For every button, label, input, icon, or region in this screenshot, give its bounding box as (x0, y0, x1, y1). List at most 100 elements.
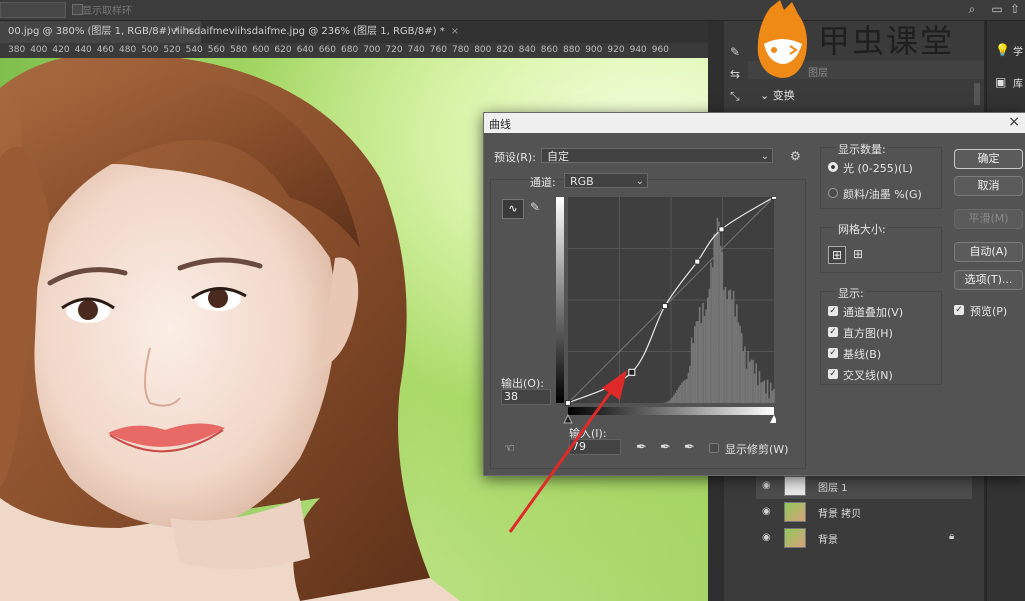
sample-size-dropdown[interactable] (0, 2, 66, 18)
baseline-label: 基线(B) (843, 348, 882, 361)
layer-thumbnail (784, 476, 806, 496)
histogram-bar (731, 299, 733, 403)
preview-checkbox[interactable]: ✓ (954, 305, 964, 315)
close-icon[interactable]: × (451, 26, 459, 37)
scrollbar[interactable] (974, 83, 980, 105)
library-icon[interactable]: ▣ (995, 75, 1006, 89)
histogram-bar (750, 359, 753, 403)
histogram-bar (753, 373, 756, 403)
workspace-icon[interactable]: ▭ (990, 2, 1004, 16)
pencil-icon[interactable]: ✎ (530, 200, 546, 216)
histogram-bar (677, 387, 680, 403)
ruler-tick-label: 380 (8, 45, 26, 55)
auto-button[interactable]: 自动(A) (954, 242, 1023, 262)
channel-overlay-checkbox[interactable]: ✓ (828, 306, 838, 316)
histogram-bar (736, 304, 738, 403)
options-button[interactable]: 选项(T)... (954, 270, 1023, 290)
channel-overlay-label: 通道叠加(V) (843, 306, 904, 319)
white-eyedropper-icon[interactable]: ✒ (684, 440, 695, 455)
cancel-button[interactable]: 取消 (954, 176, 1023, 196)
histogram-bar (668, 400, 670, 403)
histogram-bar (664, 402, 667, 403)
dialog-titlebar[interactable]: 曲线 × (484, 113, 1025, 133)
ruler-tick-label: 660 (318, 45, 336, 55)
horizontal-ruler: 380 400 420 440 460 480 500 520 540 560 580 600 620 6… (0, 43, 708, 59)
ruler-tick-label: 680 (341, 45, 359, 55)
curve-control-point (661, 303, 668, 310)
histogram-bar (682, 380, 685, 403)
transform-icon[interactable]: ⤡ (730, 89, 744, 103)
histogram-bar (666, 401, 669, 403)
histogram-bar (766, 379, 769, 403)
histogram-bar (671, 397, 674, 403)
layer-row[interactable]: ◉ 图层 1 (756, 473, 972, 499)
preset-label: 预设(R): (494, 151, 536, 164)
close-icon[interactable]: × (1008, 114, 1020, 130)
share-icon[interactable]: ⇧ (1008, 2, 1022, 16)
histogram-bar (692, 343, 695, 403)
search-icon[interactable]: ⌕ (965, 2, 979, 16)
ruler-tick-label: 900 (585, 45, 603, 55)
preset-select[interactable]: 自定 ⌄ (541, 148, 773, 163)
histogram-bar (690, 337, 693, 403)
histogram-bar (769, 382, 772, 403)
histogram-label: 直方图(H) (843, 327, 893, 340)
learn-label[interactable]: 学 (1013, 43, 1023, 58)
histogram-bar (673, 395, 675, 403)
layer-row[interactable]: ◉ 背景 拷贝 (756, 499, 972, 525)
eye-icon[interactable]: ◉ (762, 506, 774, 518)
chevron-down-icon: ⌄ (760, 151, 769, 162)
histogram-bar (768, 398, 770, 403)
histogram-bar (732, 291, 735, 403)
library-label[interactable]: 库 (1013, 75, 1023, 90)
histogram-bar (765, 393, 767, 403)
show-clipping-checkbox[interactable] (709, 443, 719, 453)
layer-row[interactable]: ◉ 背景 🔒︎ (756, 525, 972, 551)
gear-icon[interactable]: ⚙ (790, 149, 801, 163)
histogram-bar (755, 363, 758, 403)
show-amount-title: 显示数量: (836, 141, 888, 157)
dialog-title: 曲线 (489, 118, 511, 131)
lightbulb-icon[interactable]: 💡 (995, 43, 1010, 57)
histogram-bar (684, 379, 686, 403)
ruler-tick-label: 720 (385, 45, 403, 55)
layer-name: 背景 (818, 535, 838, 546)
histogram-bar (698, 306, 701, 403)
curve-control-point (694, 258, 701, 265)
histogram-bar (702, 302, 704, 403)
eye-icon[interactable]: ◉ (762, 532, 774, 544)
show-sample-ring-label: 显示取样环 (82, 6, 132, 17)
histogram-checkbox[interactable]: ✓ (828, 327, 838, 337)
curve-point-tool-icon[interactable]: ∿ (502, 199, 524, 219)
preview-label: 预览(P) (970, 305, 1008, 318)
detailed-grid-icon[interactable]: ⊞ (850, 246, 866, 262)
brush-icon[interactable]: ✎ (730, 45, 744, 59)
intersection-checkbox[interactable]: ✓ (828, 369, 838, 379)
ruler-tick-label: 560 (207, 45, 225, 55)
ruler-tick-label: 960 (651, 45, 669, 55)
show-clipping-label: 显示修剪(W) (725, 443, 789, 456)
pigment-radio[interactable] (828, 188, 838, 198)
channel-value: RGB (570, 175, 594, 188)
simple-grid-icon[interactable]: ⊞ (828, 246, 846, 264)
ruler-tick-label: 620 (274, 45, 292, 55)
watermark-text: 甲虫课堂 (818, 22, 955, 60)
ok-button[interactable]: 确定 (954, 149, 1023, 169)
adjust-icon[interactable]: ⇆ (730, 67, 744, 81)
ruler-tick-label: 460 (96, 45, 114, 55)
tab-document-2[interactable]: viihsdaifmeviihsdaifme.jpg @ 236% (图层 1,… (163, 21, 467, 43)
ruler-tick-label: 580 (230, 45, 248, 55)
histogram-bar (727, 290, 730, 403)
light-radio[interactable] (828, 162, 838, 172)
transform-section-title[interactable]: ⌄ 变换 (760, 87, 795, 103)
histogram-bar (674, 392, 677, 403)
ruler-tick-label: 740 (407, 45, 425, 55)
channel-select[interactable]: RGB ⌄ (564, 173, 648, 188)
histogram-bar (724, 286, 727, 403)
layer-name: 背景 拷贝 (818, 509, 862, 520)
baseline-checkbox[interactable]: ✓ (828, 348, 838, 358)
gray-eyedropper-icon[interactable]: ✒ (660, 440, 671, 455)
ruler-tick-label: 700 (363, 45, 381, 55)
smooth-button[interactable]: 平滑(M) (954, 209, 1023, 229)
eye-icon[interactable]: ◉ (762, 480, 774, 492)
